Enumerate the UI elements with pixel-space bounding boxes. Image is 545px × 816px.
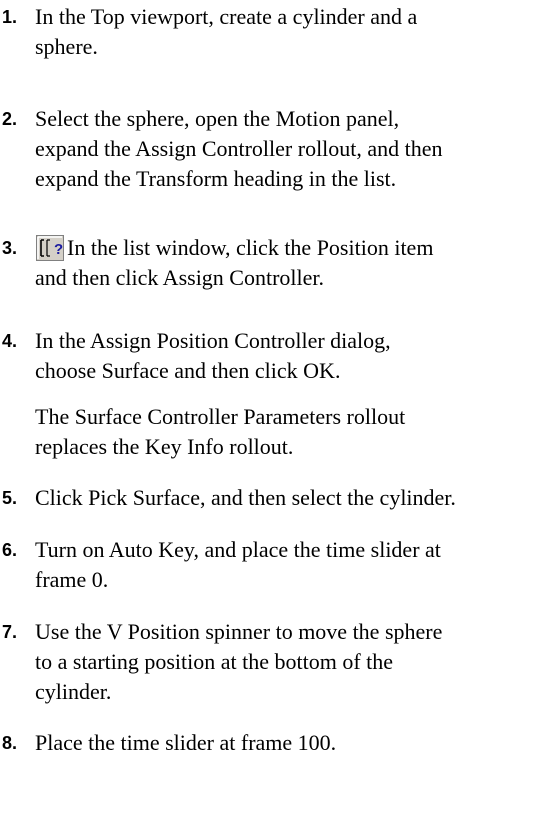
- step-text: In the Top viewport, create a cylinder a…: [35, 4, 418, 59]
- step-number: 2.: [2, 109, 18, 129]
- step-text: In the Assign Position Controller dialog…: [35, 328, 391, 383]
- step-number: 6.: [2, 540, 18, 560]
- step-number: 4.: [2, 331, 18, 351]
- step-text: Click Pick Surface, and then select the …: [35, 485, 456, 510]
- step-note: The Surface Controller Parameters rollou…: [35, 404, 406, 459]
- step-text: Select the sphere, open the Motion panel…: [35, 106, 443, 191]
- step-number: 8.: [2, 733, 18, 753]
- step-text: Use the V Position spinner to move the s…: [35, 619, 443, 704]
- step-text: Turn on Auto Key, and place the time sli…: [35, 537, 441, 592]
- step-number: 1.: [2, 7, 18, 27]
- step-number: 7.: [2, 622, 18, 642]
- step-text: In the list window, click the Position i…: [35, 235, 434, 290]
- step-number: 5.: [2, 488, 18, 508]
- step-number: 3.: [2, 238, 18, 258]
- step-text: Place the time slider at frame 100.: [35, 730, 337, 755]
